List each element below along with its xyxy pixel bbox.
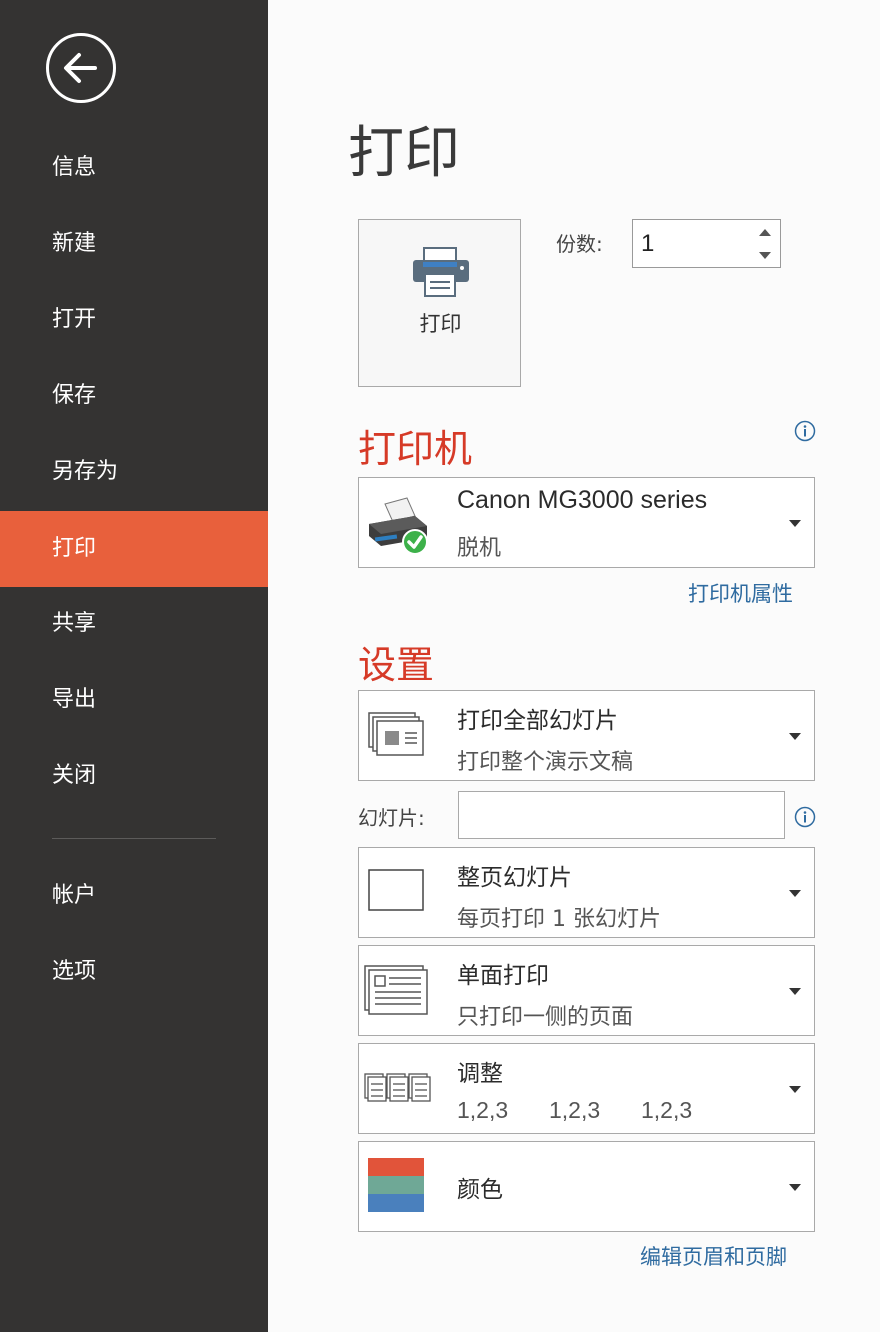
sidebar-item-info[interactable]: 信息	[0, 130, 268, 206]
collate-sequence-item: 1,2,3	[549, 1097, 601, 1123]
sides-title: 单面打印	[457, 963, 549, 989]
sides-subtitle: 只打印一侧的页面	[457, 1005, 634, 1030]
collate-title: 调整	[457, 1061, 503, 1087]
color-swatch-icon	[368, 1158, 424, 1212]
increment-arrow-icon[interactable]	[756, 224, 774, 242]
printer-select[interactable]: Canon MG3000 series 脱机	[358, 477, 815, 568]
layout-subtitle: 每页打印 1 张幻灯片	[457, 907, 661, 932]
print-button[interactable]: 打印	[358, 219, 521, 387]
print-range-subtitle: 打印整个演示文稿	[457, 750, 634, 775]
layout-title: 整页幻灯片	[457, 865, 572, 891]
sidebar-item-account[interactable]: 帐户	[0, 858, 268, 934]
print-range-title: 打印全部幻灯片	[457, 708, 618, 734]
printer-status: 脱机	[457, 536, 502, 561]
info-icon[interactable]	[794, 806, 816, 828]
print-range-select[interactable]: 打印全部幻灯片 打印整个演示文稿	[358, 690, 815, 781]
sidebar-item-share[interactable]: 共享	[0, 586, 268, 662]
sidebar-item-save-as[interactable]: 另存为	[0, 434, 268, 510]
color-select[interactable]: 颜色	[358, 1141, 815, 1232]
copies-stepper	[632, 219, 781, 268]
copies-input[interactable]	[641, 228, 741, 260]
backstage-sidebar: 信息 新建 打开 保存 另存为 打印 共享 导出 关闭 帐户 选项	[0, 0, 268, 1332]
decrement-arrow-icon[interactable]	[756, 246, 774, 264]
printer-name: Canon MG3000 series	[457, 486, 708, 514]
color-title: 颜色	[457, 1177, 503, 1203]
chevron-down-icon	[789, 1184, 801, 1191]
collate-select[interactable]: 调整 1,2,3 1,2,3 1,2,3	[358, 1043, 815, 1134]
sidebar-item-save[interactable]: 保存	[0, 358, 268, 434]
chevron-down-icon	[789, 890, 801, 897]
sidebar-item-print[interactable]: 打印	[0, 511, 268, 587]
info-icon[interactable]	[794, 420, 816, 442]
sidebar-item-new[interactable]: 新建	[0, 206, 268, 282]
edit-header-footer-link[interactable]: 编辑页眉和页脚	[640, 1241, 787, 1271]
sidebar-item-close[interactable]: 关闭	[0, 738, 268, 814]
print-button-label: 打印	[419, 312, 462, 336]
collated-icon	[364, 1073, 431, 1102]
collate-sequence: 1,2,3 1,2,3 1,2,3	[457, 1097, 692, 1124]
printer-ready-icon	[369, 497, 428, 555]
printer-section-title: 打印机	[358, 427, 473, 471]
chevron-down-icon	[789, 733, 801, 740]
slides-input[interactable]	[458, 791, 785, 839]
full-page-slide-icon	[368, 869, 424, 911]
sidebar-item-export[interactable]: 导出	[0, 662, 268, 738]
sidebar-divider	[52, 838, 216, 839]
back-arrow-icon	[64, 53, 97, 83]
printer-icon	[413, 247, 469, 297]
back-button[interactable]	[46, 33, 116, 103]
printer-properties-link[interactable]: 打印机属性	[688, 578, 793, 608]
copies-label: 份数:	[556, 232, 603, 256]
chevron-down-icon	[789, 520, 801, 527]
sidebar-item-open[interactable]: 打开	[0, 282, 268, 358]
single-sided-icon	[364, 965, 428, 1015]
collate-sequence-item: 1,2,3	[641, 1097, 693, 1123]
sidebar-item-options[interactable]: 选项	[0, 934, 268, 1010]
sides-select[interactable]: 单面打印 只打印一侧的页面	[358, 945, 815, 1036]
collate-sequence-item: 1,2,3	[457, 1097, 509, 1123]
chevron-down-icon	[789, 988, 801, 995]
all-slides-icon	[368, 712, 424, 756]
layout-select[interactable]: 整页幻灯片 每页打印 1 张幻灯片	[358, 847, 815, 938]
page-title: 打印	[348, 121, 460, 186]
slides-label: 幻灯片:	[358, 806, 425, 830]
settings-section-title: 设置	[358, 643, 435, 687]
chevron-down-icon	[789, 1086, 801, 1093]
